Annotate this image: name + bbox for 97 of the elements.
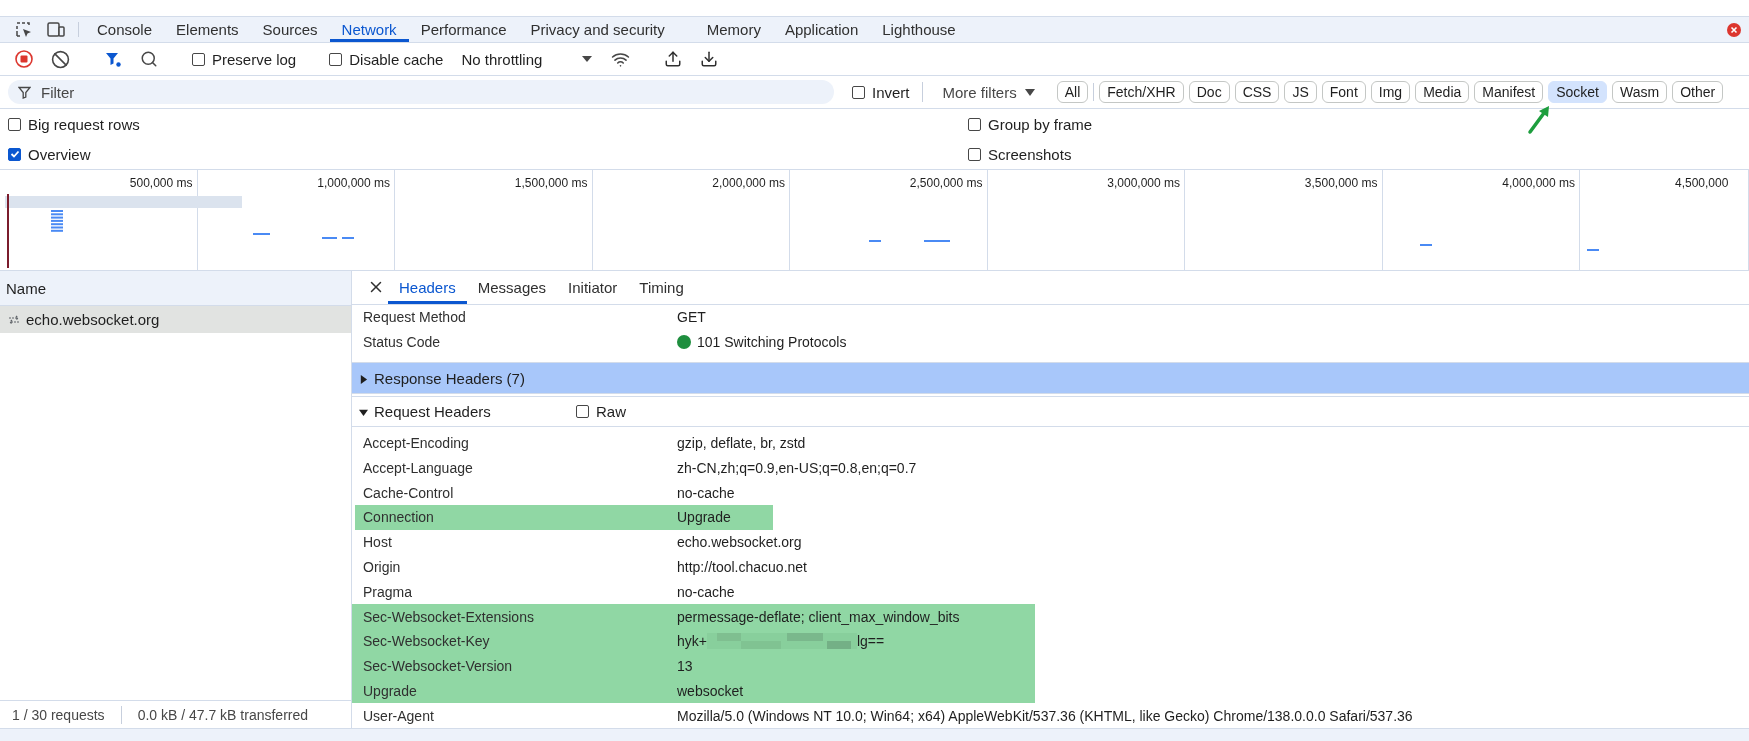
dropdown-caret-icon <box>1024 88 1035 96</box>
checkbox-label: Big request rows <box>28 115 140 133</box>
header-name: Accept-Language <box>363 459 474 476</box>
filter-icon <box>18 85 31 99</box>
type-filter-chip[interactable]: Wasm <box>1612 81 1668 103</box>
error-icon[interactable] <box>1727 23 1741 37</box>
request-count: 1 / 30 requests <box>12 706 105 723</box>
type-filter-chip[interactable]: Font <box>1321 81 1366 103</box>
header-name: Request Method <box>363 309 467 326</box>
dropdown-caret-icon <box>582 56 593 62</box>
panel-tab[interactable]: Lighthouse <box>870 17 968 42</box>
header-name: Upgrade <box>363 682 418 699</box>
header-value: no-cache <box>677 484 735 501</box>
header-value: echo.websocket.org <box>677 534 802 551</box>
timeline-tick-label: 4,500,000 <box>1675 176 1729 190</box>
panel-tab[interactable]: Network <box>329 17 409 42</box>
details-tab[interactable]: Headers <box>388 271 467 304</box>
header-value: 101 Switching Protocols <box>697 333 847 350</box>
details-tab[interactable]: Initiator <box>557 271 629 304</box>
details-tab[interactable]: Timing <box>628 271 695 304</box>
timeline-tick-label: 2,500,000 ms <box>909 176 983 190</box>
header-name: Sec-Websocket-Version <box>363 658 514 675</box>
filter-field[interactable]: Filter <box>8 80 834 104</box>
checkbox[interactable] <box>968 147 981 161</box>
panel-tab[interactable]: Console <box>85 17 165 42</box>
header-name: Connection <box>363 509 435 526</box>
details-tab[interactable]: Messages <box>466 271 558 304</box>
header-name: Sec-Websocket-Extensions <box>363 608 535 625</box>
header-name: Accept-Encoding <box>363 435 470 452</box>
panel-tab[interactable]: Elements <box>164 17 251 42</box>
checkbox-label: Raw <box>596 402 626 420</box>
checkbox[interactable] <box>8 117 21 131</box>
timeline-tick-label: 1,500,000 ms <box>514 176 588 190</box>
checkbox[interactable] <box>192 52 205 66</box>
header-name: Origin <box>363 559 402 575</box>
panel-tab[interactable]: Application <box>772 17 871 42</box>
checkbox-label: Group by frame <box>988 115 1093 133</box>
panel-tab[interactable]: Memory <box>694 17 773 42</box>
header-value: Upgrade <box>677 509 731 526</box>
checkbox-label: Overview <box>28 145 91 163</box>
type-filter-chip[interactable]: CSS <box>1234 81 1280 103</box>
collapsed-triangle-icon[interactable] <box>359 374 368 384</box>
header-value: GET <box>677 309 706 326</box>
header-value: zh-CN,zh;q=0.9,en-US;q=0.8,en;q=0.7 <box>677 459 917 476</box>
request-row[interactable]: echo.websocket.org <box>0 306 351 333</box>
header-name: Cache-Control <box>363 484 455 501</box>
timeline-tick-label: 2,000,000 ms <box>712 176 785 190</box>
panel-tab[interactable]: Privacy and security <box>518 17 677 42</box>
type-filter-chip[interactable]: Manifest <box>1474 81 1544 103</box>
checkbox-label: Screenshots <box>988 145 1072 163</box>
checkbox[interactable] <box>329 52 343 66</box>
section-title: Request Headers <box>374 402 492 420</box>
websocket-icon <box>8 314 20 325</box>
header-value: lg== <box>856 633 885 650</box>
timeline-tick-label: 4,000,000 ms <box>1502 176 1575 190</box>
header-name: Pragma <box>363 583 414 600</box>
type-filter-chip[interactable]: Other <box>1672 81 1724 103</box>
header-value: 13 <box>677 658 693 675</box>
header-name: User-Agent <box>363 707 435 724</box>
panel-tab[interactable]: Performance <box>408 17 519 42</box>
header-name: Sec-Websocket-Key <box>363 633 491 650</box>
transferred-size: 0.0 kB / 47.7 kB transferred <box>137 706 309 723</box>
timeline-tick-label: 1,000,000 ms <box>317 176 390 190</box>
checkbox[interactable] <box>968 117 981 131</box>
throttling-select[interactable]: No throttling <box>453 50 601 68</box>
header-name: Host <box>363 534 393 551</box>
checkbox-label: Invert <box>872 83 910 101</box>
type-filter-chip[interactable]: All <box>1056 81 1089 103</box>
column-header[interactable]: Name <box>6 279 46 297</box>
header-value: websocket <box>677 682 744 699</box>
timeline-tick-label: 3,000,000 ms <box>1107 176 1180 190</box>
type-filter-chip[interactable]: Fetch/XHR <box>1099 81 1184 103</box>
checkbox[interactable] <box>576 404 589 418</box>
checkbox[interactable] <box>8 147 21 161</box>
header-name: Status Code <box>363 333 442 350</box>
expanded-triangle-icon[interactable] <box>359 407 368 417</box>
header-value: permessage-deflate; client_max_window_bits <box>677 608 960 625</box>
type-filter-chip[interactable]: Img <box>1370 81 1411 103</box>
checkbox[interactable] <box>852 85 865 99</box>
timeline-tick-label: 3,500,000 ms <box>1304 176 1378 190</box>
panel-tab[interactable]: Sources <box>250 17 330 42</box>
header-value: gzip, deflate, br, zstd <box>677 435 806 452</box>
section-header[interactable]: Response Headers (7) <box>352 362 1749 394</box>
type-filter-chip[interactable]: Socket <box>1548 81 1607 103</box>
type-filter-chip[interactable]: Media <box>1415 81 1470 103</box>
filter-input[interactable]: Filter <box>39 82 834 102</box>
header-value: http://tool.chacuo.net <box>677 559 807 575</box>
type-filter-chip[interactable]: JS <box>1284 81 1317 103</box>
header-value: Mozilla/5.0 (Windows NT 10.0; Win64; x64) AppleWebKit/537.36 (KHTML, like Gecko) Chrome/138.0.0.0 Safari/537.36 <box>677 707 1413 724</box>
header-value: hyk+ <box>677 633 707 650</box>
type-filter-chip[interactable]: Doc <box>1188 81 1230 103</box>
checkbox-label: Preserve log <box>212 50 297 68</box>
section-title: Response Headers (7) <box>374 369 525 387</box>
checkbox-label: Disable cache <box>349 50 444 68</box>
more-filters-dropdown[interactable]: More filters <box>928 83 1049 101</box>
timeline-tick-label: 500,000 ms <box>129 176 193 190</box>
header-value: no-cache <box>677 583 735 600</box>
